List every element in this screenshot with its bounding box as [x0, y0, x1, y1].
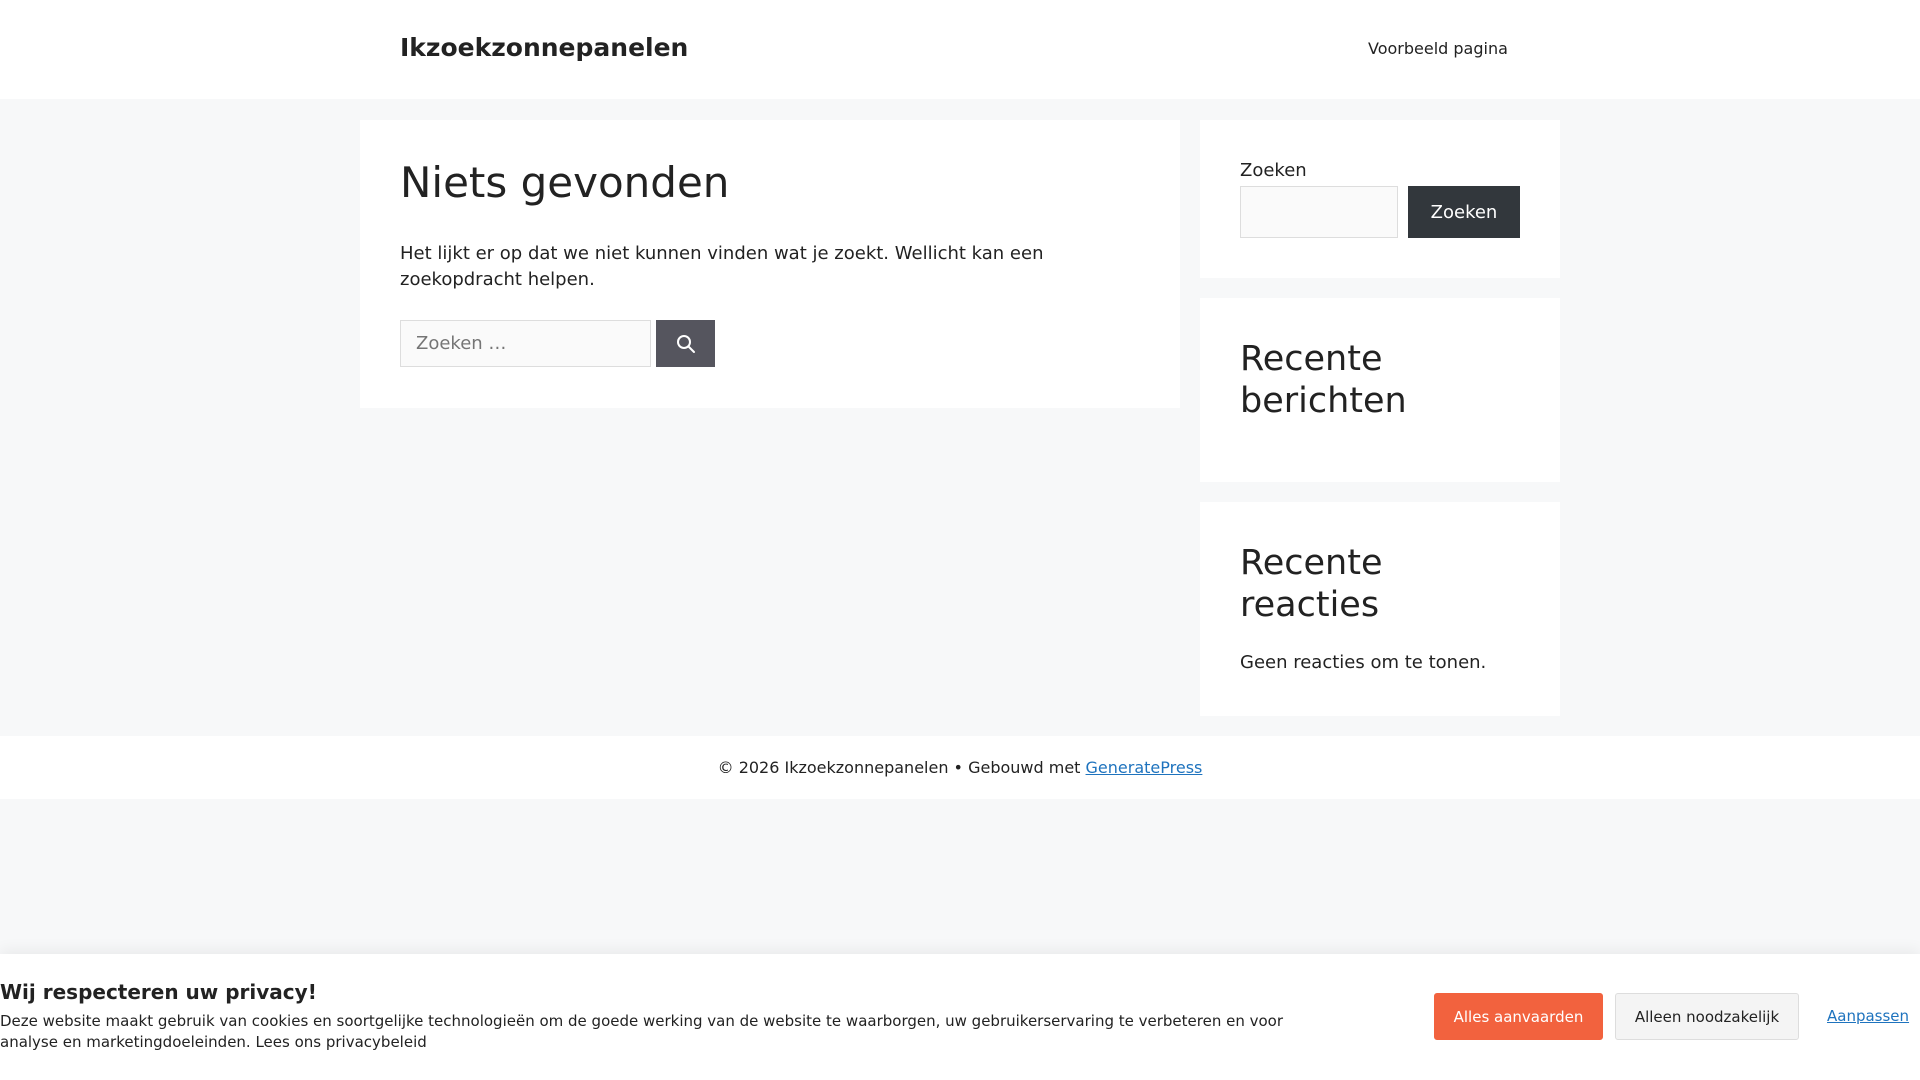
footer-text: © 2026 Ikzoekzonnepanelen • Gebouwd met …: [0, 758, 1920, 777]
content-card: Niets gevonden Het lijkt er op dat we ni…: [360, 120, 1180, 408]
site-header: Ikzoekzonnepanelen Voorbeeld pagina: [0, 0, 1920, 99]
necessary-only-button[interactable]: Alleen noodzakelijk: [1615, 993, 1799, 1040]
widget-search-label: Zoeken: [1240, 160, 1307, 181]
widget-search: Zoeken Zoeken: [1200, 120, 1560, 278]
widget-search-input[interactable]: [1240, 186, 1398, 238]
customize-link[interactable]: Aanpassen: [1827, 1007, 1909, 1025]
footer-copyright: © 2026 Ikzoekzonnepanelen • Gebouwd met: [717, 758, 1086, 777]
site-footer: © 2026 Ikzoekzonnepanelen • Gebouwd met …: [0, 736, 1920, 799]
widget-recent-posts-title: Recente berichten: [1240, 339, 1407, 421]
page-text: Het lijkt er op dat we niet kunnen vinde…: [400, 243, 1044, 290]
accept-all-button[interactable]: Alles aanvaarden: [1434, 993, 1603, 1040]
search-input[interactable]: [400, 320, 651, 367]
nav-item-voorbeeld-pagina[interactable]: Voorbeeld pagina: [1368, 39, 1508, 58]
site-title-link[interactable]: Ikzoekzonnepanelen: [400, 33, 688, 62]
search-icon: [676, 334, 695, 353]
widget-recent-comments-title: Recente reacties: [1240, 543, 1383, 625]
page-title: Niets gevonden: [400, 158, 730, 207]
widget-search-button[interactable]: Zoeken: [1408, 186, 1520, 238]
cookie-text: Deze website maakt gebruik van cookies e…: [0, 1012, 1284, 1051]
cookie-banner: Wij respecteren uw privacy! Deze website…: [0, 954, 1920, 1080]
widget-recent-posts: Recente berichten: [1200, 298, 1560, 482]
footer-generatepress-link[interactable]: GeneratePress: [1086, 758, 1203, 777]
no-comments-text: Geen reacties om te tonen.: [1240, 652, 1487, 673]
cookie-title: Wij respecteren uw privacy!: [0, 980, 317, 1004]
search-submit-button[interactable]: [656, 320, 715, 367]
widget-recent-comments: Recente reacties Geen reacties om te ton…: [1200, 502, 1560, 716]
